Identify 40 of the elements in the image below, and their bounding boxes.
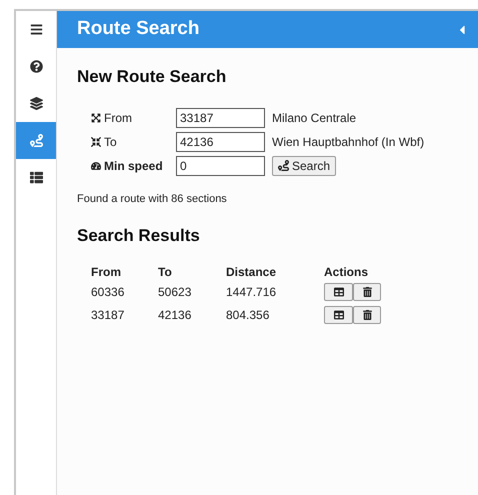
input-field[interactable]: 33187 xyxy=(176,108,265,128)
table-view-button[interactable] xyxy=(324,283,353,301)
input-field[interactable]: 0 xyxy=(176,156,265,176)
table-cell-text: 33187 xyxy=(91,307,126,324)
search-button[interactable]: Search xyxy=(272,156,336,176)
layers-icon xyxy=(30,97,42,110)
table-cell-text: 1447.716 xyxy=(226,284,278,301)
column-header: Actions xyxy=(324,264,370,280)
table-cell-text: 60336 xyxy=(91,284,126,301)
route-icon xyxy=(30,134,42,147)
station-name: Wien Hauptbahnhof (In Wbf) xyxy=(272,134,424,150)
field-label: To xyxy=(104,134,117,150)
trash-icon xyxy=(362,287,372,297)
trash-icon xyxy=(362,310,372,320)
help-icon xyxy=(30,60,42,73)
table-cell-text: 50623 xyxy=(158,284,192,301)
column-header: Distance xyxy=(226,264,278,280)
field-label: From xyxy=(104,110,132,126)
route-icon xyxy=(278,160,289,171)
delete-button[interactable] xyxy=(353,283,381,301)
status-text: Found a route with 86 sections xyxy=(77,192,228,206)
column-header: From xyxy=(91,264,122,280)
table-view-button[interactable] xyxy=(324,306,353,324)
section-title: New Route Search xyxy=(77,66,228,88)
table-cell-text: 42136 xyxy=(158,307,192,324)
field-label: Min speed xyxy=(104,158,163,174)
input-field[interactable]: 42136 xyxy=(176,132,265,152)
column-header: To xyxy=(158,264,173,280)
section-title: Search Results xyxy=(77,225,201,247)
delete-button[interactable] xyxy=(353,306,381,324)
station-name: Milano Centrale xyxy=(272,110,356,126)
panel-title: Route Search xyxy=(77,17,200,42)
expand-arrows-icon xyxy=(91,112,101,122)
table-icon xyxy=(334,310,344,320)
menu-icon xyxy=(30,23,42,36)
table-cell-text: 804.356 xyxy=(226,307,270,324)
table-icon xyxy=(334,287,344,297)
compress-arrows-icon xyxy=(91,136,101,146)
list-icon xyxy=(30,171,42,184)
gauge-icon xyxy=(91,160,101,170)
